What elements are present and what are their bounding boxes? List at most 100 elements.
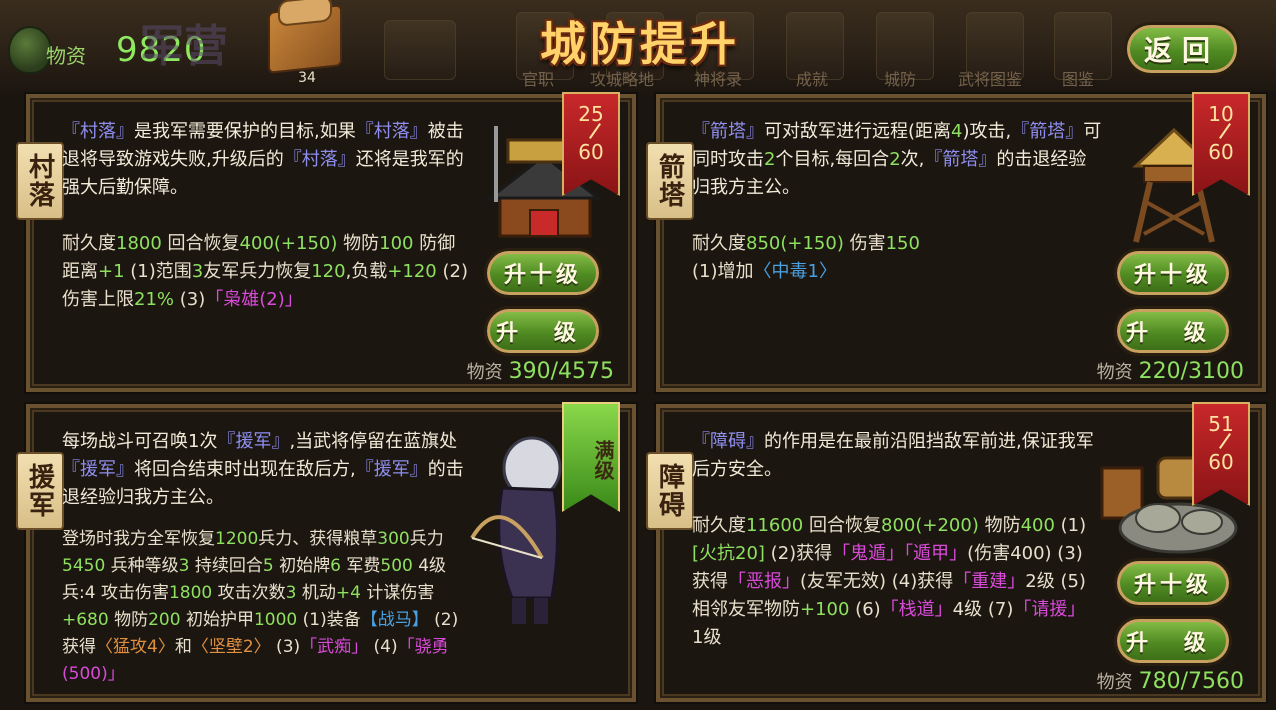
desc-value: 2 [764, 149, 776, 170]
upgrade-ten-button[interactable]: 升十级 [484, 248, 602, 298]
stat-text: 耐久度 [62, 233, 116, 254]
page-title: 城防提升 [540, 17, 740, 71]
stat-value: 1800 [116, 233, 162, 254]
desc-part: 将回合结束时出现在敌后方, [134, 459, 356, 480]
stat-text: 4级 (7) [952, 599, 1014, 620]
stat-value: 100 [379, 233, 414, 254]
menu-label-codex: 图鉴 [1062, 70, 1095, 89]
desc-part: 『援军』 [355, 459, 428, 480]
menu-label-achievement: 成就 [796, 70, 829, 89]
stat-text: 初始护甲 [180, 610, 254, 630]
desc-part: 『村落』 [355, 121, 428, 142]
panel-description: 『障碍』的作用是在最前沿阻挡敌军前进,保证我军后方安全。 [692, 428, 1102, 484]
panel-tag: 障碍 [646, 452, 694, 530]
panel-description: 『箭塔』可对敌军进行远程(距离4)攻击,『箭塔』可同时攻击2个目标,每回合2次,… [692, 118, 1102, 202]
menu-portrait-icon[interactable] [384, 20, 456, 80]
panel-village: 村落 『村落』是我军需要保护的目标,如果『村落』被击退将导致游戏失败,升级后的『… [16, 92, 636, 392]
stat-value: 1000 [253, 610, 298, 630]
resource-label: 物资 [46, 44, 86, 68]
desc-part: ,当武将停留在蓝旗处 [289, 431, 458, 452]
buff-tag: 〈坚壁2〉 [191, 637, 271, 657]
stat-value: +680 [62, 610, 109, 630]
stat-text: 物防 [978, 515, 1021, 536]
equip-tag: 【战马】 [360, 610, 429, 630]
max-level: 60 [1208, 140, 1234, 164]
current-level: 51 [1208, 412, 1234, 436]
stat-value: 11600 [746, 515, 804, 536]
menu-label-general-codex: 武将图鉴 [958, 70, 1023, 89]
stat-text: 物防 [337, 233, 380, 254]
stat-text: 兵力、获得粮草 [258, 529, 378, 549]
max-level-ribbon: 满级 [562, 402, 620, 512]
stat-text: 回合恢复 [803, 515, 881, 536]
upgrade-ten-button[interactable]: 升十级 [1114, 248, 1232, 298]
upgrade-button[interactable]: 升 级 [484, 306, 602, 356]
stat-text: 友军兵力恢复 [203, 261, 312, 282]
stat-text: 军费 [340, 556, 381, 576]
panel-reinforcements: 援军 每场战斗可召唤1次『援军』,当武将停留在蓝旗处『援军』将回合结束时出现在敌… [16, 402, 636, 702]
menu-label-defense: 城防 [884, 70, 917, 89]
desc-part: 『援军』 [62, 459, 134, 480]
upgrade-cost: 物资 220/3100 [1097, 358, 1244, 384]
back-button[interactable]: 返回 [1124, 22, 1240, 76]
panel-description: 『村落』是我军需要保护的目标,如果『村落』被击退将导致游戏失败,升级后的『村落』… [62, 118, 472, 202]
stat-text: (3) [270, 637, 301, 657]
stat-value: +4 [335, 583, 361, 603]
desc-part: 个目标,每回合 [775, 149, 890, 170]
stat-text: 耐久度 [692, 233, 746, 254]
stat-text: (1) [1054, 515, 1087, 536]
skill-tag: 「鬼遁」 [832, 543, 905, 564]
stat-text: 伤害 [843, 233, 886, 254]
stat-value: 200 [148, 610, 181, 630]
stat-text: 登场时我方全军恢复 [62, 529, 215, 549]
stat-text: 攻击次数 [212, 583, 286, 603]
stat-text: 和 [174, 637, 192, 657]
max-level: 60 [578, 140, 604, 164]
stat-value: 150 [885, 233, 920, 254]
desc-part: )攻击, [962, 121, 1012, 142]
stat-text: (1)范围 [124, 261, 192, 282]
desc-part: 『箭塔』 [1011, 121, 1084, 142]
cost-label: 物资 [1096, 672, 1133, 693]
stat-text: ,负载 [345, 261, 388, 282]
skill-tag: 「遁甲」 [904, 543, 968, 564]
stat-value: [火抗20] [692, 543, 765, 564]
stat-value: +120 [387, 261, 437, 282]
upgrade-button[interactable]: 升 级 [1114, 306, 1232, 356]
desc-value: 4 [951, 121, 963, 142]
panel-arrow-tower: 箭塔 『箭塔』可对敌军进行远程(距离4)攻击,『箭塔』可同时攻击2个目标,每回合… [646, 92, 1266, 392]
desc-part: 次, [900, 149, 925, 170]
panel-stats: 耐久度850(+150) 伤害150 (1)增加〈中毒1〉 [692, 230, 1102, 286]
supply-crate-icon[interactable] [268, 4, 342, 74]
panel-obstacle: 障碍 『障碍』的作用是在最前沿阻挡敌军前进,保证我军后方安全。 耐久度11600… [646, 402, 1266, 702]
stat-value: 5450 [62, 556, 106, 576]
stat-value: 5 [262, 556, 274, 576]
buff-tag: 〈猛攻4〉 [96, 637, 175, 657]
stat-value: 400 [1020, 515, 1055, 536]
stat-value: +1 [98, 261, 125, 282]
stat-text: (1)装备 [297, 610, 361, 630]
cost-label: 物资 [466, 362, 503, 383]
stat-text: 兵种等级 [105, 556, 179, 576]
desc-part: 『障碍』 [692, 431, 764, 452]
cost-value: 220/3100 [1138, 359, 1244, 384]
skill-tag: 「枭雄(2)」 [205, 289, 303, 310]
cost-value: 780/7560 [1138, 669, 1244, 694]
stat-value: 300 [377, 529, 410, 549]
stat-value: 1800 [168, 583, 213, 603]
skill-tag: 「恶报」 [728, 571, 800, 592]
desc-part: 是我军需要保护的目标,如果 [134, 121, 356, 142]
stat-text: 物防 [108, 610, 149, 630]
stat-text: 持续回合 [189, 556, 263, 576]
cost-value: 390/4575 [508, 359, 614, 384]
upgrade-cost: 物资 780/7560 [1097, 668, 1244, 694]
stat-text: (友军无效) (4)获得 [800, 571, 954, 592]
stat-value: 1200 [215, 529, 259, 549]
current-level: 25 [578, 102, 604, 126]
desc-part: 『村落』 [283, 149, 356, 170]
upgrade-ten-button[interactable]: 升十级 [1114, 558, 1232, 608]
skill-tag: 「栈道」 [880, 599, 953, 620]
panel-stats: 耐久度1800 回合恢复400(+150) 物防100 防御距离+1 (1)范围… [62, 230, 472, 314]
upgrade-button[interactable]: 升 级 [1114, 616, 1232, 666]
stat-text: (4) [368, 637, 398, 657]
